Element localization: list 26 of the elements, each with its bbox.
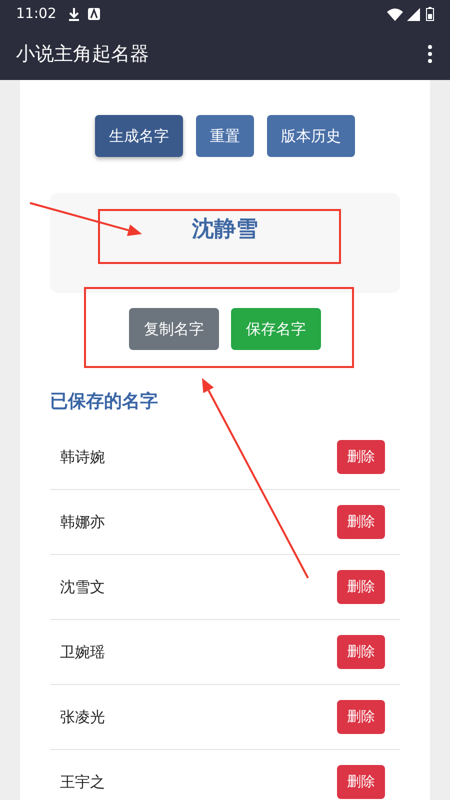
app-title: 小说主角起名器 xyxy=(16,42,150,67)
notification-icon xyxy=(88,8,100,20)
download-icon xyxy=(68,7,80,21)
name-action-button[interactable]: 保存名字 xyxy=(231,308,321,350)
delete-button[interactable]: 删除 xyxy=(337,440,385,474)
signal-icon xyxy=(407,8,420,20)
status-time: 11:02 xyxy=(16,4,56,24)
delete-button[interactable]: 删除 xyxy=(337,570,385,604)
generated-name: 沈静雪 xyxy=(192,216,258,244)
delete-button[interactable]: 删除 xyxy=(337,700,385,734)
action-button[interactable]: 生成名字 xyxy=(95,115,183,157)
saved-name: 韩娜亦 xyxy=(60,512,105,533)
saved-name: 沈雪文 xyxy=(60,576,105,598)
saved-heading: 已保存的名字 xyxy=(50,390,159,414)
wifi-icon xyxy=(387,8,403,20)
saved-name: 张凌光 xyxy=(60,706,105,728)
saved-name: 韩诗婉 xyxy=(60,446,105,468)
delete-button[interactable]: 删除 xyxy=(337,765,385,799)
battery-icon xyxy=(426,7,434,21)
saved-name: 王宇之 xyxy=(60,772,105,793)
name-action-button[interactable]: 复制名字 xyxy=(129,308,219,350)
action-button[interactable]: 版本历史 xyxy=(267,115,355,157)
delete-button[interactable]: 删除 xyxy=(337,635,385,669)
saved-name: 卫婉瑶 xyxy=(60,642,105,663)
delete-button[interactable]: 删除 xyxy=(337,505,385,539)
action-button[interactable]: 重置 xyxy=(196,115,254,157)
